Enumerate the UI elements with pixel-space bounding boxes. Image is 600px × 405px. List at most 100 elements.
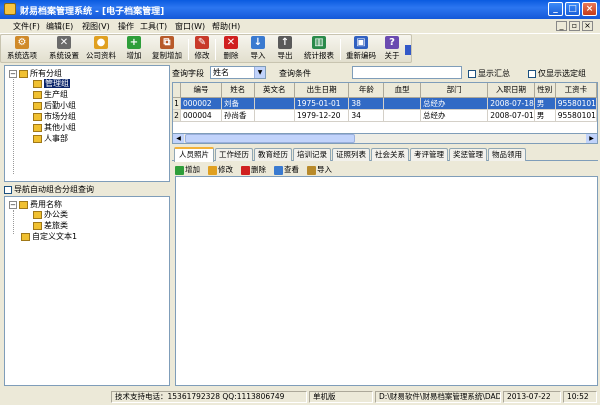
menu-tools[interactable]: 工具(T) xyxy=(140,21,167,32)
toolbar-overflow-button[interactable] xyxy=(405,45,411,55)
column-header[interactable]: 英文名 xyxy=(254,83,295,98)
table-cell[interactable]: 34 xyxy=(348,109,385,122)
tree-root[interactable]: − 费用名称 xyxy=(9,200,62,210)
column-header[interactable]: 出生日期 xyxy=(294,83,350,98)
detail-delete-button[interactable]: 删除 xyxy=(241,164,266,175)
table-cell[interactable]: 总经办 xyxy=(420,109,489,122)
query-condition-input[interactable] xyxy=(352,66,462,79)
table-cell[interactable]: 2008-07-01 xyxy=(487,109,535,122)
menu-edit[interactable]: 编辑(E) xyxy=(46,21,73,32)
chevron-down-icon[interactable]: ▼ xyxy=(254,67,265,78)
close-button[interactable]: × xyxy=(582,2,597,16)
table-cell[interactable]: 1975-01-01 xyxy=(294,97,350,110)
column-header[interactable]: 年龄 xyxy=(348,83,385,98)
table-cell[interactable]: 95580101 xyxy=(555,97,597,110)
mdi-restore-button[interactable]: ▫ xyxy=(569,21,580,31)
system-options-button[interactable]: ⚙ 系统选项 xyxy=(7,36,37,63)
tree-item[interactable]: 其他小组 xyxy=(33,123,76,133)
company-info-button[interactable]: ● 公司资料 xyxy=(85,36,117,63)
table-cell[interactable]: 刘备 xyxy=(221,97,255,110)
table-cell[interactable] xyxy=(254,97,295,110)
collapse-icon[interactable]: − xyxy=(9,200,17,209)
recode-button[interactable]: ▣ 重新编码 xyxy=(344,36,378,63)
column-header[interactable]: 工资卡 xyxy=(555,83,597,98)
table-cell[interactable]: 总经办 xyxy=(420,97,489,110)
tab-social-relations[interactable]: 社会关系 xyxy=(371,148,409,161)
column-header[interactable]: 血型 xyxy=(383,83,421,98)
collapse-icon[interactable]: − xyxy=(9,69,17,78)
about-button[interactable]: ? 关于 xyxy=(382,36,402,63)
table-cell[interactable]: 000002 xyxy=(180,97,223,110)
tab-work-history[interactable]: 工作经历 xyxy=(215,148,253,161)
table-cell[interactable]: 95580101 xyxy=(555,109,597,122)
detail-add-button[interactable]: 增加 xyxy=(175,164,200,175)
group-tree[interactable]: − 所有分组 管理组 生产组 后勤小组 市场分组 其他小组 人事部 xyxy=(4,65,170,182)
column-header[interactable]: 入职日期 xyxy=(487,83,535,98)
row-indicator[interactable]: 2 xyxy=(173,109,181,122)
table-cell[interactable]: 1979-12-20 xyxy=(294,109,350,122)
table-cell[interactable]: 2008-07-18 xyxy=(487,97,535,110)
tab-training[interactable]: 培训记录 xyxy=(293,148,331,161)
scrollbar-thumb[interactable] xyxy=(185,134,355,143)
delete-button[interactable]: ✕ 删除 xyxy=(221,36,241,63)
copy-add-button[interactable]: ⧉ 复制增加 xyxy=(149,36,185,63)
auto-group-query-checkbox[interactable]: 导航自动组合分组查询 xyxy=(4,184,170,195)
tab-certificates[interactable]: 证照列表 xyxy=(332,148,370,161)
column-header[interactable]: 编号 xyxy=(180,83,223,98)
show-selected-only-checkbox[interactable]: 仅显示选定组 xyxy=(528,68,586,79)
scroll-right-icon[interactable]: ▶ xyxy=(586,134,597,143)
export-button[interactable]: ↑ 导出 xyxy=(275,36,295,63)
detail-import-button[interactable]: 导入 xyxy=(307,164,332,175)
tree-item[interactable]: 人事部 xyxy=(33,134,68,144)
table-cell[interactable]: 男 xyxy=(534,109,556,122)
column-header[interactable]: 性别 xyxy=(534,83,556,98)
tree-root[interactable]: − 所有分组 xyxy=(9,69,62,79)
statistics-report-button[interactable]: ▥ 统计报表 xyxy=(302,36,336,63)
menu-help[interactable]: 帮助(H) xyxy=(212,21,240,32)
tree-item[interactable]: 办公类 xyxy=(33,210,68,220)
table-cell[interactable] xyxy=(254,109,295,122)
menu-operate[interactable]: 操作 xyxy=(118,21,134,32)
menu-view[interactable]: 视图(V) xyxy=(82,21,110,32)
grid-horizontal-scrollbar[interactable]: ◀ ▶ xyxy=(172,133,598,144)
photo-panel[interactable] xyxy=(175,176,598,386)
tree-item[interactable]: 自定义文本1 xyxy=(21,232,77,242)
maximize-button[interactable]: □ xyxy=(565,2,580,16)
system-settings-button[interactable]: ✕ 系统设置 xyxy=(47,36,81,63)
row-indicator[interactable]: 1 xyxy=(173,97,181,110)
query-field-select[interactable]: 姓名 ▼ xyxy=(210,66,266,79)
detail-view-button[interactable]: 查看 xyxy=(274,164,299,175)
mdi-close-button[interactable]: × xyxy=(582,21,593,31)
tab-education[interactable]: 教育经历 xyxy=(254,148,292,161)
show-summary-checkbox[interactable]: 显示汇总 xyxy=(468,68,510,79)
table-cell[interactable]: 男 xyxy=(534,97,556,110)
table-cell[interactable]: 38 xyxy=(348,97,385,110)
menu-window[interactable]: 窗口(W) xyxy=(175,21,205,32)
tree-item[interactable]: 管理组 xyxy=(33,79,70,89)
import-button[interactable]: ↓ 导入 xyxy=(248,36,268,63)
tab-evaluation[interactable]: 考评管理 xyxy=(410,148,448,161)
tab-photo[interactable]: 人员照片 xyxy=(174,147,214,162)
table-cell[interactable] xyxy=(383,97,421,110)
table-cell[interactable] xyxy=(383,109,421,122)
table-row[interactable]: 2 000004 孙尚香 1979-12-20 34 总经办 2008-07-0… xyxy=(173,109,597,122)
category-tree[interactable]: − 费用名称 办公类 差旅类 自定义文本1 xyxy=(4,196,170,386)
scroll-left-icon[interactable]: ◀ xyxy=(173,134,184,143)
column-header[interactable]: 部门 xyxy=(420,83,489,98)
tab-rewards[interactable]: 奖惩管理 xyxy=(449,148,487,161)
detail-edit-button[interactable]: 修改 xyxy=(208,164,233,175)
tree-item[interactable]: 差旅类 xyxy=(33,221,68,231)
tree-item[interactable]: 市场分组 xyxy=(33,112,76,122)
minimize-button[interactable]: _ xyxy=(548,2,563,16)
tab-items[interactable]: 物品领用 xyxy=(488,148,526,161)
mdi-minimize-button[interactable]: _ xyxy=(556,21,567,31)
menu-file[interactable]: 文件(F) xyxy=(13,21,40,32)
table-cell[interactable]: 000004 xyxy=(180,109,223,122)
add-button[interactable]: + 增加 xyxy=(123,36,145,63)
table-row[interactable]: 1 000002 刘备 1975-01-01 38 总经办 2008-07-18… xyxy=(173,97,597,110)
edit-button[interactable]: ✎ 修改 xyxy=(192,36,212,63)
tree-item[interactable]: 后勤小组 xyxy=(33,101,76,111)
column-header[interactable]: 姓名 xyxy=(221,83,255,98)
tree-item[interactable]: 生产组 xyxy=(33,90,68,100)
table-cell[interactable]: 孙尚香 xyxy=(221,109,255,122)
